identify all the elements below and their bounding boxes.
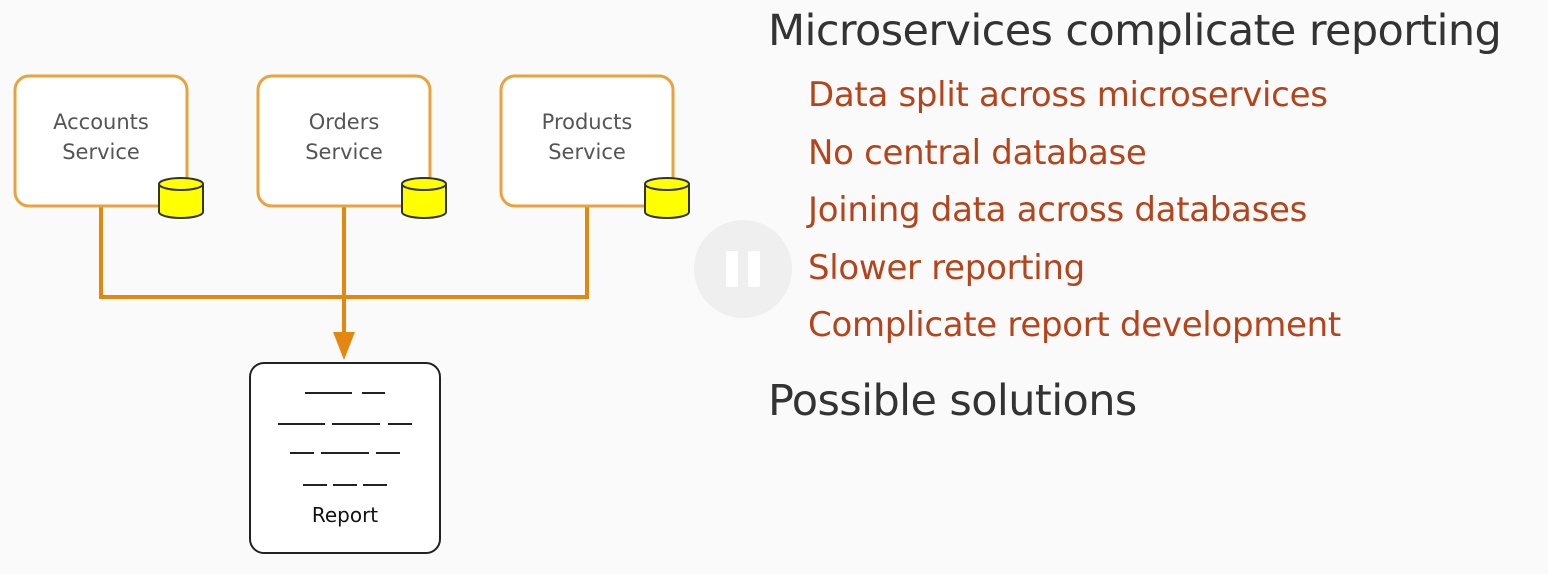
bullet-list: Data split across microservices No centr… xyxy=(808,72,1341,360)
arrow-to-report-icon xyxy=(333,332,355,360)
connector-lines xyxy=(99,206,589,336)
slide-title: Microservices complicate reporting xyxy=(768,6,1502,56)
bullet-item: Joining data across databases xyxy=(808,190,1308,230)
report-label: Report xyxy=(312,503,378,527)
pause-icon xyxy=(726,251,738,287)
report-box: Report xyxy=(249,362,441,554)
service-box-orders: Orders Service xyxy=(256,74,447,219)
slide: Accounts Service Orders Service Products… xyxy=(0,0,1548,574)
bullet-item: No central database xyxy=(808,132,1147,173)
bullet-item: Data split across microservices xyxy=(808,75,1328,115)
service-box-products: Products Service xyxy=(499,74,690,219)
service-name-line1: Products xyxy=(542,110,633,134)
service-name-line2: Service xyxy=(305,140,383,164)
service-name-line1: Accounts xyxy=(53,110,149,134)
pause-button[interactable] xyxy=(694,220,792,318)
subheading: Possible solutions xyxy=(768,376,1137,426)
architecture-diagram: Accounts Service Orders Service Products… xyxy=(13,74,690,554)
database-icon xyxy=(158,177,204,219)
service-box-accounts: Accounts Service xyxy=(13,74,204,219)
pause-icon-bar xyxy=(748,251,760,287)
service-name-line2: Service xyxy=(62,140,140,164)
service-name-line2: Service xyxy=(548,140,626,164)
bullet-item: Complicate report development xyxy=(808,305,1341,345)
bullet-item: Slower reporting xyxy=(808,247,1085,288)
database-icon xyxy=(644,177,690,219)
service-name-line1: Orders xyxy=(309,110,380,134)
database-icon xyxy=(401,177,447,219)
